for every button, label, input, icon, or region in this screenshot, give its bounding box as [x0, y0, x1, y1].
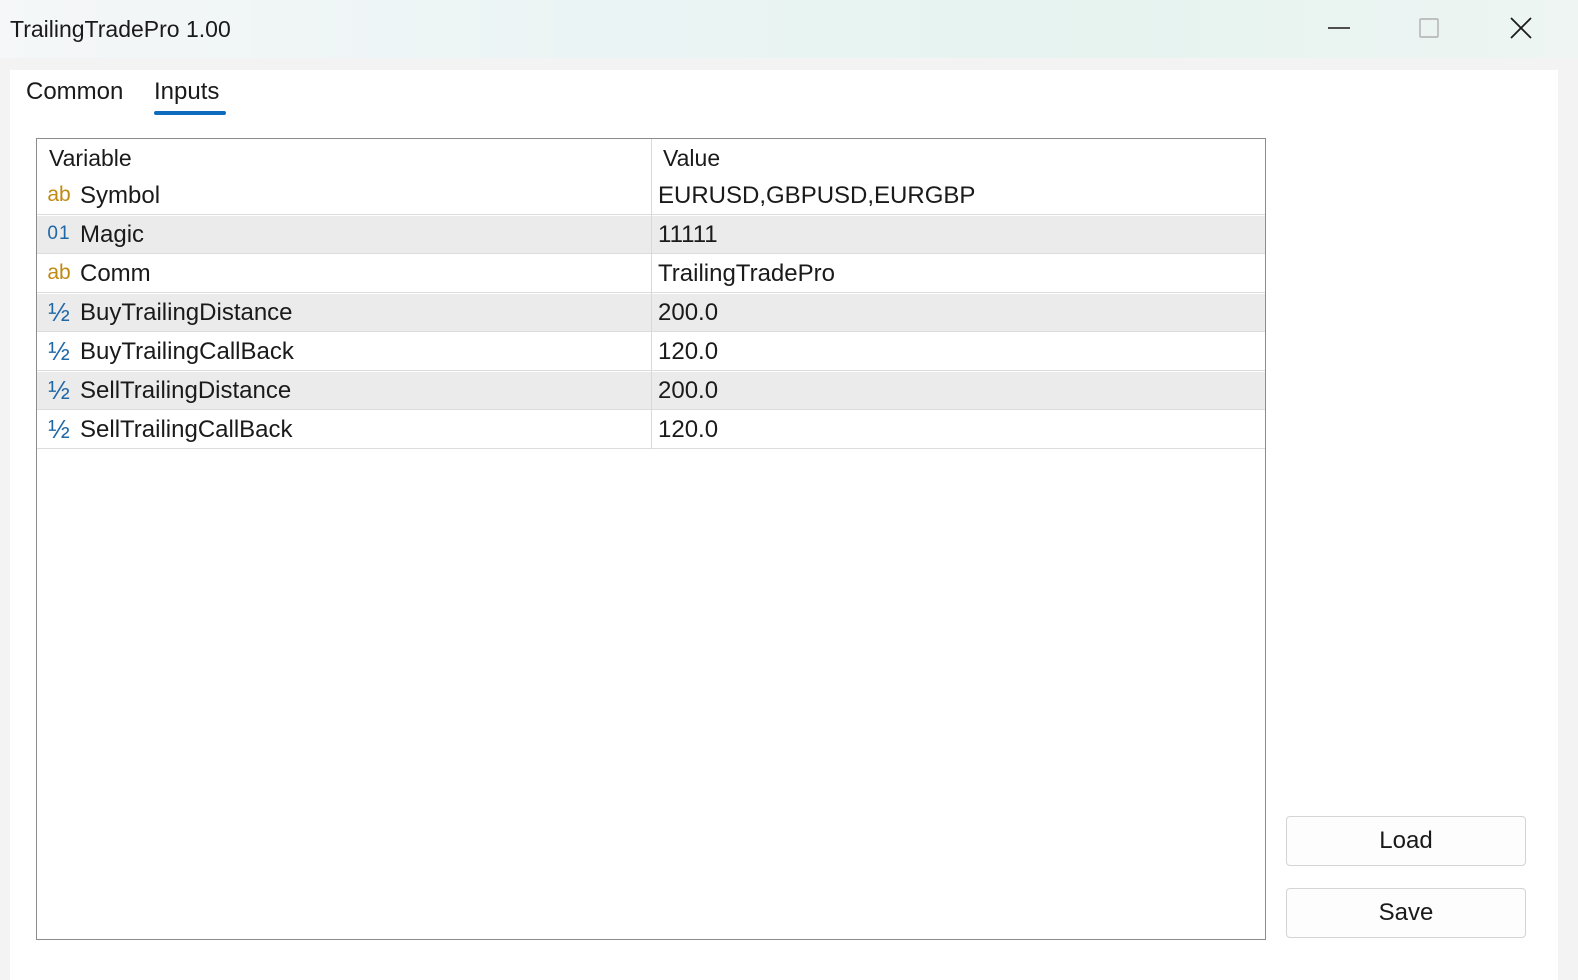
maximize-button[interactable]	[1384, 0, 1474, 56]
variable-name: Symbol	[80, 182, 161, 209]
double-type-icon: ½	[48, 414, 70, 444]
string-type-icon: ab	[47, 261, 71, 284]
close-icon	[1510, 17, 1532, 39]
column-header-value[interactable]: Value	[663, 145, 720, 172]
variable-value[interactable]: TrailingTradePro	[658, 260, 835, 288]
tab-common[interactable]: Common	[26, 78, 123, 106]
string-type-icon: ab	[47, 183, 71, 206]
inputs-table: Variable Value ab Symbol EURUSD,GBPUSD,E…	[36, 138, 1266, 940]
integer-type-icon: 01	[47, 223, 71, 244]
variable-name: SellTrailingDistance	[80, 377, 292, 404]
title-bar: TrailingTradePro 1.00	[0, 0, 1578, 58]
load-button[interactable]: Load	[1286, 816, 1526, 866]
close-button[interactable]	[1476, 0, 1566, 56]
double-type-icon: ½	[48, 375, 70, 405]
double-type-icon: ½	[48, 297, 70, 327]
dialog-content: Common Inputs Variable Value ab Symbol E…	[10, 70, 1558, 980]
variable-value[interactable]: 120.0	[658, 416, 718, 444]
variable-value[interactable]: 200.0	[658, 299, 718, 327]
variable-name: SellTrailingCallBack	[80, 416, 293, 443]
minimize-button[interactable]	[1294, 0, 1384, 56]
active-tab-indicator	[154, 111, 226, 115]
variable-name: BuyTrailingCallBack	[80, 338, 294, 365]
tab-inputs[interactable]: Inputs	[154, 78, 219, 106]
variable-value[interactable]: 120.0	[658, 338, 718, 366]
variable-value[interactable]: 200.0	[658, 377, 718, 405]
column-divider[interactable]	[651, 139, 652, 449]
variable-name: BuyTrailingDistance	[80, 299, 293, 326]
save-button[interactable]: Save	[1286, 888, 1526, 938]
variable-name: Comm	[80, 260, 151, 287]
double-type-icon: ½	[48, 336, 70, 366]
variable-value[interactable]: 11111	[658, 221, 718, 249]
minimize-icon	[1328, 27, 1350, 29]
variable-name: Magic	[80, 221, 145, 248]
window-title: TrailingTradePro 1.00	[10, 16, 231, 42]
variable-value[interactable]: EURUSD,GBPUSD,EURGBP	[658, 182, 975, 210]
column-header-variable[interactable]: Variable	[49, 145, 132, 172]
maximize-icon	[1419, 18, 1439, 38]
